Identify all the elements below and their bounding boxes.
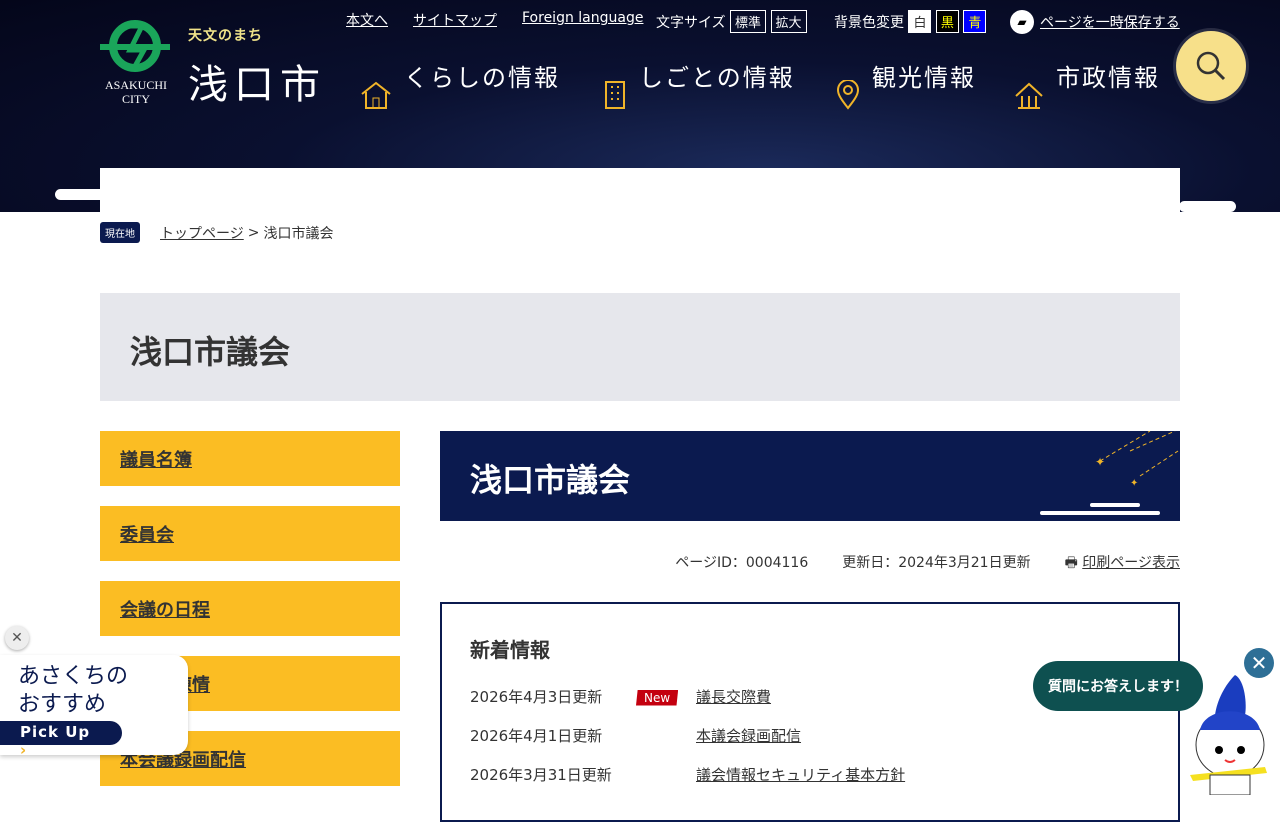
sidebar-item-schedule[interactable]: 会議の日程 xyxy=(100,581,400,636)
logo-tagline: 天文のまち xyxy=(188,28,263,44)
sidebar-item-members[interactable]: 議員名簿 xyxy=(100,431,400,486)
building-icon xyxy=(605,81,625,109)
breadcrumb-top-link[interactable]: トップページ xyxy=(160,223,244,243)
chevron-right-icon: › xyxy=(20,741,28,759)
map-pin-icon xyxy=(836,80,860,110)
pickup-close-button[interactable]: ✕ xyxy=(5,626,29,650)
sitemap-link[interactable]: サイトマップ xyxy=(413,10,497,30)
nav-tourism[interactable]: 観光情報 xyxy=(836,60,986,110)
news-title: 新着情報 xyxy=(470,638,550,662)
house-icon xyxy=(361,81,391,109)
news-link[interactable]: 議会情報セキュリティ基本方針 xyxy=(696,764,905,785)
news-panel: 新着情報 2026年4月3日更新 New 議長交際費 2026年4月1日更新 本議会録… xyxy=(440,602,1180,822)
city-hall-icon xyxy=(1015,82,1043,109)
search-button[interactable] xyxy=(1176,31,1246,101)
print-link[interactable]: 🖶 印刷ページ表示 xyxy=(1065,552,1180,576)
news-item: 2026年3月31日更新 議会情報セキュリティ基本方針 xyxy=(470,764,906,785)
site-logo[interactable]: ASAKUCHI CITY 天文のまち 浅口市 xyxy=(100,20,330,110)
news-item: 2026年4月1日更新 本議会録画配信 xyxy=(470,725,802,746)
breadcrumb: 現在地 トップページ > 浅口市議会 xyxy=(100,222,333,243)
chatbot-close-button[interactable]: ✕ xyxy=(1244,648,1274,678)
bg-color-label: 背景色変更 xyxy=(834,15,904,31)
page-id: ページID：0004116 xyxy=(675,555,809,571)
logo-city-en: ASAKUCHI CITY xyxy=(104,78,167,106)
folder-icon: ▰ xyxy=(1010,10,1034,34)
bg-white-button[interactable]: 白 xyxy=(908,10,932,33)
nav-work[interactable]: しごとの情報 xyxy=(603,60,803,110)
new-badge: New xyxy=(636,689,679,706)
breadcrumb-current: 浅口市議会 xyxy=(263,225,334,242)
cloud-decoration xyxy=(1179,201,1236,212)
font-large-button[interactable]: 拡大 xyxy=(770,10,807,33)
current-location-label: 現在地 xyxy=(100,222,140,243)
font-standard-button[interactable]: 標準 xyxy=(730,10,767,33)
site-header: ASAKUCHI CITY 天文のまち 浅口市 本文へ サイトマップ Forei… xyxy=(0,0,1280,212)
printer-icon: 🖶 xyxy=(1064,555,1083,571)
nav-city-admin[interactable]: 市政情報 xyxy=(1014,60,1164,110)
news-link[interactable]: 本議会録画配信 xyxy=(696,725,801,746)
svg-text:✦: ✦ xyxy=(1095,455,1105,469)
news-link[interactable]: 議長交際費 xyxy=(696,686,771,707)
chatbot-mascot-icon[interactable] xyxy=(1185,675,1275,795)
bg-blue-button[interactable]: 青 xyxy=(963,10,987,33)
city-emblem-icon xyxy=(100,20,170,72)
bg-black-button[interactable]: 黒 xyxy=(935,10,959,33)
font-size-label: 文字サイズ xyxy=(656,15,726,31)
logo-name: 浅口市 xyxy=(188,62,326,108)
chatbot-bubble[interactable]: 質問にお答えします！ xyxy=(1033,661,1203,711)
page-title: 浅口市議会 xyxy=(100,293,1180,401)
skip-link[interactable]: 本文へ xyxy=(346,10,388,30)
header-bottom-edge xyxy=(100,168,1180,212)
svg-text:✦: ✦ xyxy=(1130,478,1138,489)
pickup-banner[interactable]: あさくちの おすすめ Pick Up › xyxy=(0,655,190,759)
save-page-link[interactable]: ▰ ページを一時保存する xyxy=(1010,10,1180,34)
sidebar-item-committees[interactable]: 委員会 xyxy=(100,506,400,561)
pickup-title: あさくちの おすすめ xyxy=(18,664,129,717)
pickup-button[interactable]: Pick Up › xyxy=(0,721,122,759)
bg-color-control: 背景色変更 白 黒 青 xyxy=(834,10,987,33)
foreign-language-link[interactable]: Foreign language xyxy=(522,10,643,26)
updated-date: 更新日：2024年3月21日更新 xyxy=(842,555,1031,571)
search-icon xyxy=(1196,51,1226,81)
page-meta: ページID：0004116 更新日：2024年3月21日更新 🖶 印刷ページ表示 xyxy=(675,552,1180,576)
font-size-control: 文字サイズ 標準 拡大 xyxy=(656,10,807,33)
main-heading: 浅口市議会 ✦ ✦ xyxy=(440,431,1180,521)
nav-living[interactable]: くらしの情報 xyxy=(360,60,560,110)
shooting-stars-decoration: ✦✦ xyxy=(1040,431,1179,515)
